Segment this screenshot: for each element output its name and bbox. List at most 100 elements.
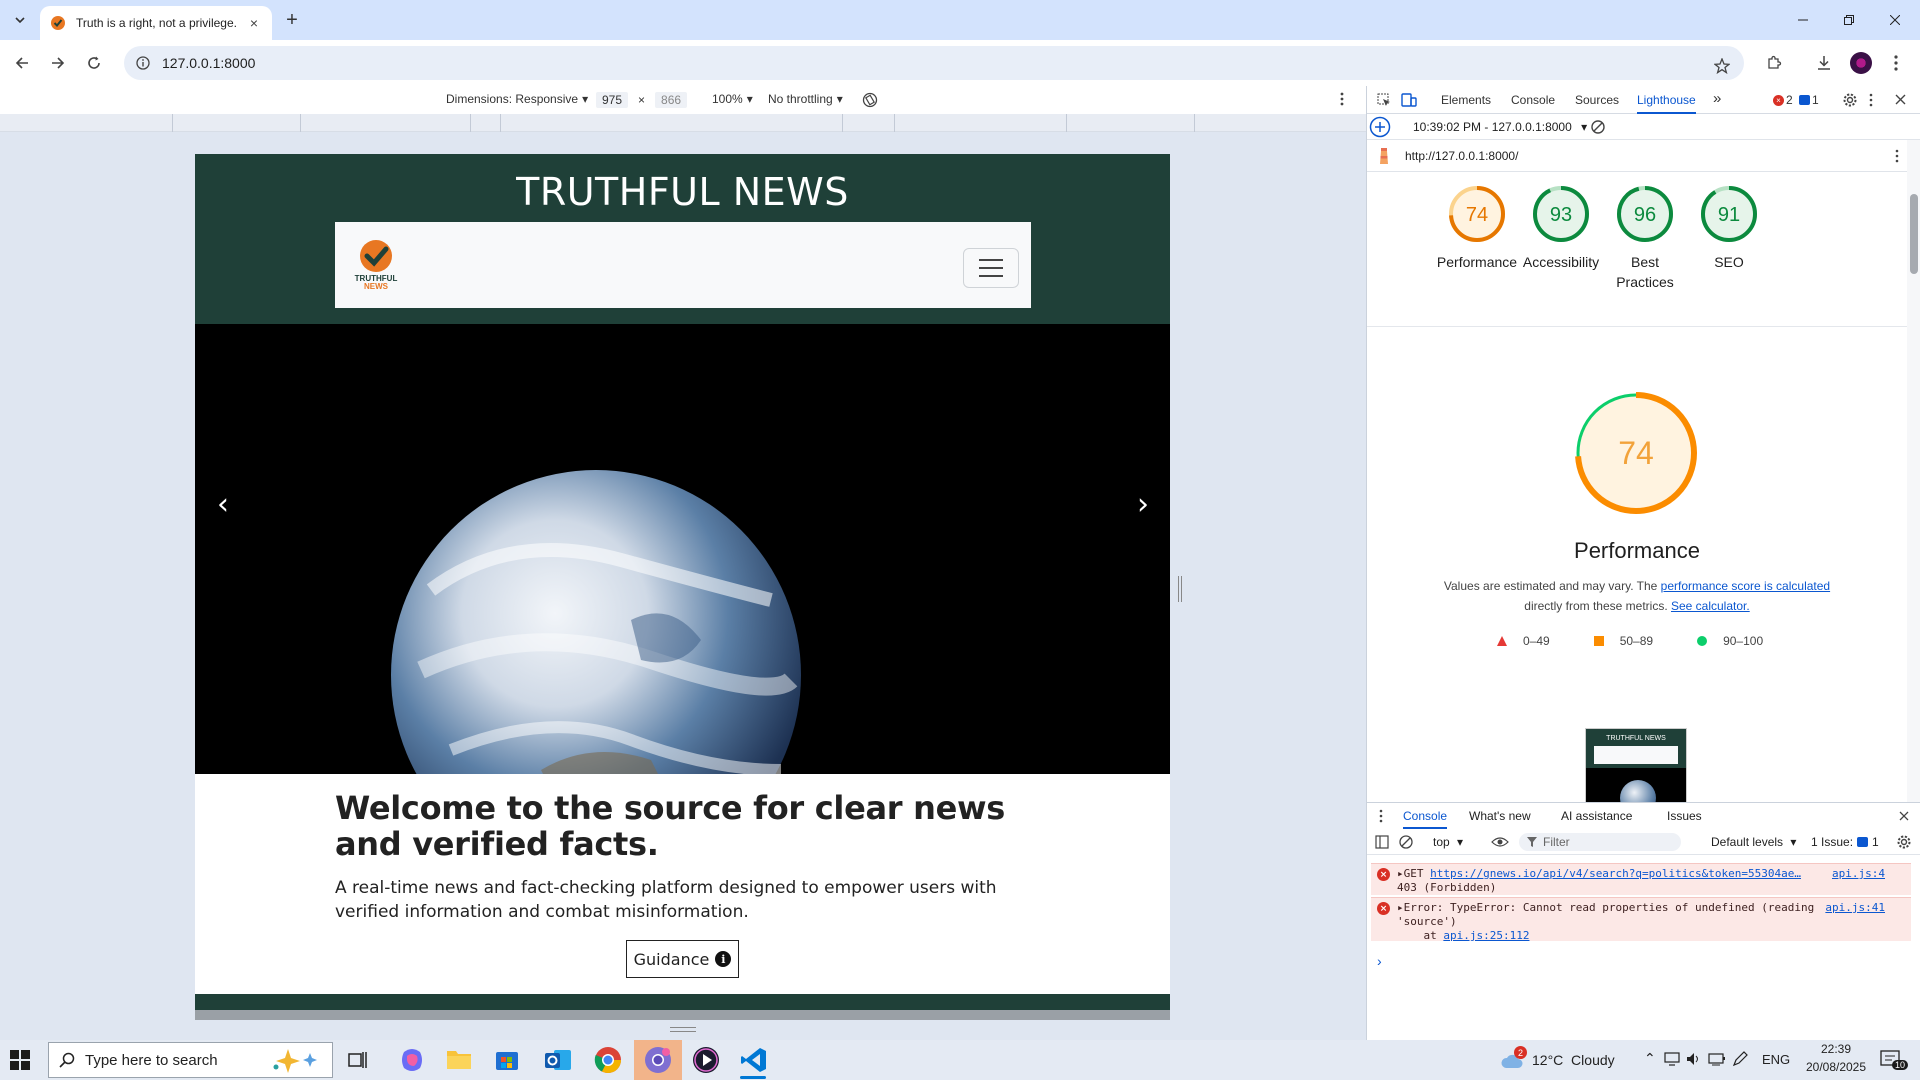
- hamburger-menu-button[interactable]: [963, 248, 1019, 288]
- clock-time[interactable]: 22:39: [1806, 1042, 1866, 1056]
- log-levels-dropdown[interactable]: Default levels ▾: [1711, 835, 1796, 849]
- site-info-icon[interactable]: [136, 56, 150, 70]
- task-view-icon[interactable]: [348, 1050, 368, 1070]
- extensions-button[interactable]: [1760, 49, 1788, 77]
- more-vertical-icon[interactable]: [1895, 149, 1899, 163]
- back-button[interactable]: [8, 49, 36, 77]
- report-scrollbar-thumb[interactable]: [1910, 194, 1918, 274]
- drawer-tab-console[interactable]: Console: [1403, 809, 1448, 829]
- sidebar-toggle-icon[interactable]: [1375, 835, 1389, 849]
- resize-handle-vertical[interactable]: [1178, 576, 1182, 602]
- close-tab-icon[interactable]: ×: [246, 15, 262, 31]
- inspect-element-icon[interactable]: [1377, 93, 1391, 107]
- chrome-menu-button[interactable]: [1882, 49, 1910, 77]
- device-toolbar-more-button[interactable]: [1340, 92, 1344, 106]
- drawer-tab-ai-assistance[interactable]: AI assistance: [1561, 809, 1632, 823]
- throttling-dropdown[interactable]: No throttling ▾: [768, 92, 843, 106]
- zoom-dropdown[interactable]: 100% ▾: [712, 92, 753, 106]
- console-error-row[interactable]: × ▸GET https://gnews.io/api/v4/search?q=…: [1371, 863, 1911, 895]
- url-text[interactable]: 127.0.0.1:8000: [162, 55, 255, 71]
- windows-start-icon[interactable]: [10, 1050, 30, 1070]
- score-calculated-link[interactable]: performance score is calculated: [1661, 579, 1830, 593]
- expand-triangle-icon[interactable]: ▸: [1397, 867, 1404, 880]
- chrome-canary-icon[interactable]: [644, 1046, 672, 1074]
- profile-avatar[interactable]: [1850, 52, 1872, 74]
- input-language[interactable]: ENG: [1762, 1052, 1790, 1067]
- restore-window-button[interactable]: [1826, 0, 1872, 40]
- copilot-icon[interactable]: [398, 1046, 426, 1074]
- new-report-plus-icon[interactable]: [1369, 116, 1391, 138]
- volume-icon[interactable]: [1686, 1052, 1702, 1066]
- clear-block-icon[interactable]: [1591, 120, 1605, 134]
- taskbar-search-box[interactable]: Type here to search: [48, 1042, 333, 1078]
- chevron-up-icon[interactable]: ⌃: [1644, 1050, 1656, 1067]
- carousel-prev-button[interactable]: ‹: [203, 484, 243, 524]
- carousel-next-button[interactable]: ›: [1123, 484, 1163, 524]
- network-icon[interactable]: [1664, 1052, 1680, 1066]
- media-query-bar[interactable]: [0, 114, 1366, 132]
- clock-date[interactable]: 20/08/2025: [1800, 1060, 1872, 1074]
- more-vertical-icon[interactable]: [1869, 93, 1873, 107]
- clear-console-icon[interactable]: [1399, 835, 1413, 849]
- resize-handle-horizontal[interactable]: [670, 1027, 696, 1032]
- browser-tab[interactable]: Truth is a right, not a privilege. ×: [40, 6, 272, 40]
- tab-strip: Truth is a right, not a privilege. × +: [0, 0, 1920, 40]
- downloads-button[interactable]: [1810, 49, 1838, 77]
- width-input[interactable]: 975: [596, 92, 629, 108]
- more-vertical-icon[interactable]: [1379, 809, 1383, 823]
- chrome-icon[interactable]: [594, 1046, 622, 1074]
- forward-button[interactable]: [44, 49, 72, 77]
- error-counter[interactable]: × 2: [1773, 93, 1793, 107]
- eye-icon[interactable]: [1491, 836, 1509, 848]
- report-selector[interactable]: 10:39:02 PM - 127.0.0.1:8000 ▾: [1413, 120, 1587, 134]
- pen-icon[interactable]: [1732, 1051, 1748, 1067]
- address-bar[interactable]: 127.0.0.1:8000: [124, 46, 1744, 80]
- stack-trace-link[interactable]: api.js:25:112: [1443, 929, 1529, 942]
- expand-triangle-icon[interactable]: ▸: [1397, 901, 1404, 914]
- minimize-window-button[interactable]: [1780, 0, 1826, 40]
- source-link[interactable]: api.js:41: [1825, 901, 1885, 915]
- final-screenshot-thumbnail[interactable]: TRUTHFUL NEWS: [1585, 728, 1687, 808]
- drawer-tab-whats-new[interactable]: What's new: [1469, 809, 1531, 823]
- more-tabs-icon[interactable]: »: [1713, 90, 1721, 107]
- report-url[interactable]: http://127.0.0.1:8000/: [1405, 149, 1518, 163]
- performance-heading: Performance: [1574, 538, 1700, 563]
- close-drawer-icon[interactable]: [1899, 811, 1909, 821]
- source-link[interactable]: api.js:4: [1832, 867, 1885, 881]
- vscode-icon[interactable]: [740, 1046, 768, 1074]
- outlook-icon[interactable]: [544, 1046, 572, 1074]
- console-prompt[interactable]: ›: [1377, 953, 1382, 969]
- rotate-button[interactable]: [862, 92, 878, 108]
- dimensions-dropdown[interactable]: Dimensions: Responsive ▾: [446, 92, 588, 106]
- weather-text[interactable]: 12°C Cloudy: [1532, 1052, 1615, 1068]
- battery-icon[interactable]: [1708, 1053, 1726, 1066]
- request-url-link[interactable]: https://gnews.io/api/v4/search?q=politic…: [1430, 867, 1801, 880]
- new-tab-button[interactable]: +: [280, 8, 304, 32]
- drawer-tab-issues[interactable]: Issues: [1667, 809, 1702, 823]
- reload-button[interactable]: [80, 49, 108, 77]
- tab-search-button[interactable]: [8, 8, 32, 32]
- see-calculator-link[interactable]: See calculator.: [1671, 599, 1750, 613]
- console-settings-gear-icon[interactable]: [1897, 835, 1911, 849]
- close-devtools-icon[interactable]: [1895, 94, 1906, 105]
- bookmark-star-icon[interactable]: [1708, 52, 1736, 80]
- tab-console[interactable]: Console: [1511, 93, 1555, 107]
- tab-sources[interactable]: Sources: [1575, 93, 1619, 107]
- guidance-button[interactable]: Guidance i: [626, 940, 739, 978]
- issue-counter[interactable]: 1: [1799, 93, 1819, 107]
- tab-elements[interactable]: Elements: [1441, 93, 1491, 107]
- file-explorer-icon[interactable]: [446, 1048, 472, 1070]
- issues-counter[interactable]: 1 Issue: 1: [1811, 835, 1879, 849]
- settings-gear-icon[interactable]: [1843, 93, 1857, 107]
- score-gauge-seo[interactable]: 91 SEO: [1679, 182, 1779, 272]
- microsoft-store-icon[interactable]: [494, 1046, 520, 1072]
- console-error-row[interactable]: × ▸Error: TypeError: Cannot read propert…: [1371, 897, 1911, 942]
- media-player-icon[interactable]: [692, 1046, 720, 1074]
- tab-lighthouse[interactable]: Lighthouse: [1637, 93, 1696, 114]
- context-selector[interactable]: top ▾: [1433, 835, 1463, 849]
- device-toggle-icon[interactable]: [1401, 92, 1417, 108]
- site-logo[interactable]: TRUTHFUL NEWS: [353, 238, 399, 290]
- height-input[interactable]: 866: [655, 92, 688, 108]
- close-window-button[interactable]: [1872, 0, 1918, 40]
- console-filter-input[interactable]: Filter: [1519, 833, 1681, 851]
